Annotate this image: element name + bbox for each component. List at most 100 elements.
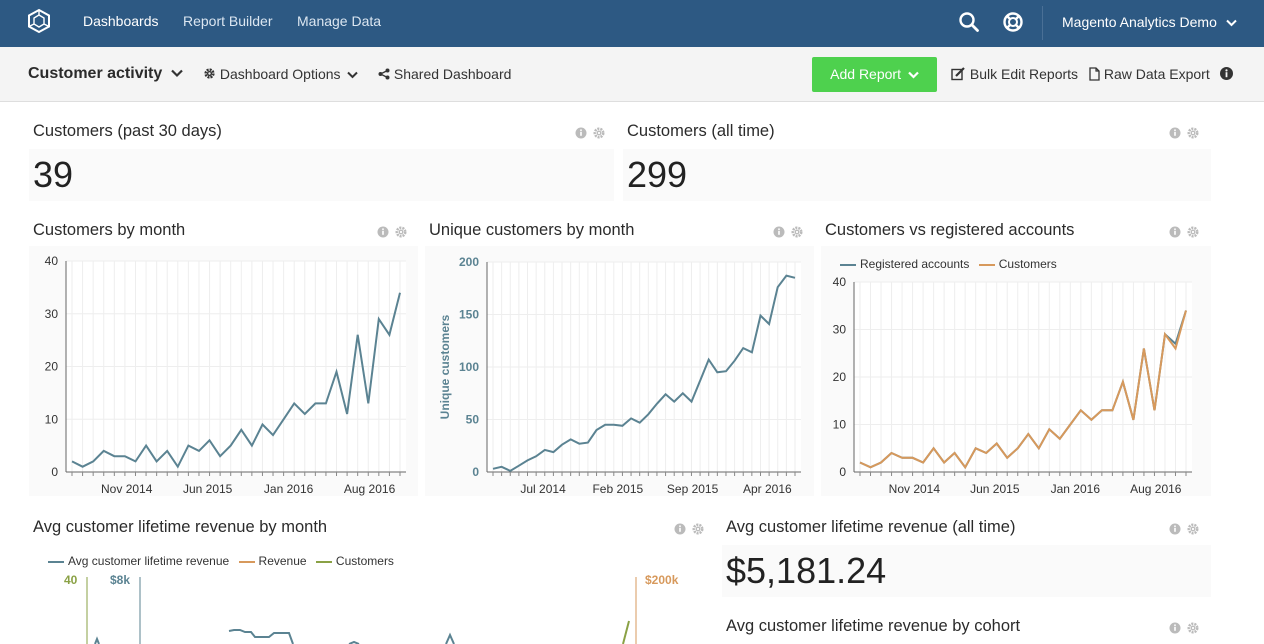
- edit-icon: [951, 67, 965, 81]
- bulk-edit-label: Bulk Edit Reports: [969, 66, 1079, 82]
- y-tick-label: 40: [833, 275, 847, 289]
- chevron-down-icon: [170, 69, 183, 78]
- account-menu[interactable]: Magento Analytics Demo: [1062, 14, 1237, 30]
- x-tick-label: Jan 2016: [264, 482, 314, 496]
- nav-dashboards[interactable]: Dashboards: [83, 13, 159, 29]
- bulk-edit-reports-button[interactable]: Bulk Edit Reports: [951, 66, 1078, 82]
- chart-unique-customers-by-month: 0 50 100 150 200 Jul 2014 Feb 2015 Sep 2015 Apr …: [425, 246, 814, 496]
- info-icon[interactable]: [674, 523, 686, 535]
- nav-report-builder[interactable]: Report Builder: [183, 13, 273, 29]
- series-avg-clv-line: [94, 636, 100, 644]
- y-tick-label: 200: [459, 255, 479, 269]
- y-tick-label: 20: [45, 360, 59, 374]
- legend-item-customers[interactable]: Customers: [978, 257, 1057, 271]
- series-customers-line: [622, 620, 630, 644]
- y-tick-label: 100: [459, 360, 479, 374]
- card-title-unique-customers-by-month: Unique customers by month: [429, 221, 635, 239]
- legend-item-avg-clv[interactable]: Avg customer lifetime revenue: [48, 554, 229, 568]
- x-tick-label: Jul 2014: [520, 482, 566, 496]
- y-tick-label: 150: [459, 308, 479, 322]
- nav-manage-data[interactable]: Manage Data: [297, 13, 381, 29]
- axis-top-label-revenue: $200k: [645, 573, 679, 587]
- x-tick-label: Nov 2014: [101, 482, 153, 496]
- card-actions: [773, 225, 805, 239]
- y-tick-label: 40: [45, 254, 59, 268]
- x-tick-label: Nov 2014: [889, 482, 941, 496]
- gear-icon[interactable]: [1187, 622, 1199, 634]
- card-title-avg-clv-all-time: Avg customer lifetime revenue (all time): [726, 518, 1016, 536]
- gear-icon[interactable]: [692, 523, 704, 535]
- chart-customers-vs-registered: 0 10 20 30 40 Nov 2014 Jun 2015 Jan 2016 Aug 201…: [821, 246, 1211, 496]
- value-panel: [29, 149, 614, 201]
- raw-data-export-button[interactable]: Raw Data Export: [1089, 66, 1210, 82]
- y-tick-label: 10: [833, 418, 847, 432]
- legend-item-revenue[interactable]: Revenue: [238, 554, 307, 568]
- share-icon: [378, 68, 390, 80]
- info-icon[interactable]: [1220, 67, 1233, 80]
- add-report-label: Add Report: [830, 66, 901, 82]
- file-icon: [1089, 67, 1100, 81]
- kpi-value-avg-clv-all-time: $5,181.24: [726, 550, 887, 591]
- legend-item-registered[interactable]: Registered accounts: [840, 257, 969, 271]
- gear-icon[interactable]: [1187, 226, 1199, 238]
- chevron-down-icon: [347, 72, 359, 79]
- info-icon[interactable]: [773, 226, 785, 238]
- gear-icon[interactable]: [593, 127, 605, 139]
- y-axis-label: Unique customers: [438, 314, 452, 419]
- info-icon[interactable]: [575, 127, 587, 139]
- card-actions: [377, 225, 409, 239]
- dashboard-toolbar: Customer activity Dashboard Options Shar…: [0, 47, 1264, 102]
- dashboard-options-menu[interactable]: Dashboard Options: [203, 66, 359, 82]
- legend-item-customers[interactable]: Customers: [315, 554, 394, 568]
- nav-divider: [1042, 6, 1043, 40]
- gear-icon[interactable]: [1187, 523, 1199, 535]
- dashboard-selector[interactable]: Customer activity: [28, 65, 183, 83]
- x-tick-label: Jun 2015: [970, 482, 1020, 496]
- info-icon[interactable]: [1169, 622, 1181, 634]
- value-panel: [623, 149, 1211, 201]
- hexagon-logo-icon[interactable]: [26, 8, 52, 34]
- x-tick-label: Apr 2016: [743, 482, 792, 496]
- chart-customers-by-month: 0 10 20 30 40 Nov 2014 Jun 2015 Jan 2016 Aug 201…: [29, 246, 418, 496]
- card-actions: [1169, 126, 1201, 140]
- info-icon[interactable]: [1169, 226, 1181, 238]
- info-icon[interactable]: [1169, 523, 1181, 535]
- kpi-value-customers-all-time: 299: [627, 154, 688, 195]
- y-tick-label: 10: [45, 412, 59, 426]
- gear-icon: [204, 68, 215, 79]
- card-actions: [1169, 621, 1201, 635]
- card-title-customers-all-time: Customers (all time): [627, 122, 775, 140]
- gear-icon[interactable]: [395, 226, 407, 238]
- chart-legend: Registered accounts Customers: [840, 257, 1057, 271]
- help-lifebuoy-icon[interactable]: [1002, 11, 1024, 33]
- account-name: Magento Analytics Demo: [1062, 14, 1217, 30]
- chart-legend: Avg customer lifetime revenue Revenue Cu…: [48, 554, 394, 568]
- series-avg-clv-line: [445, 632, 455, 644]
- add-report-button[interactable]: Add Report: [812, 57, 937, 92]
- info-icon[interactable]: [1169, 127, 1181, 139]
- dashboard-options-label: Dashboard Options: [219, 66, 341, 82]
- x-tick-label: Jan 2016: [1051, 482, 1101, 496]
- card-title-avg-clv-by-cohort: Avg customer lifetime revenue by cohort: [726, 617, 1021, 635]
- card-title-customers-vs-registered: Customers vs registered accounts: [825, 221, 1075, 239]
- x-tick-label: Sep 2015: [667, 482, 719, 496]
- search-icon[interactable]: [958, 11, 980, 33]
- y-tick-label: 0: [51, 465, 58, 479]
- gear-icon[interactable]: [791, 226, 803, 238]
- x-tick-label: Aug 2016: [1130, 482, 1182, 496]
- y-tick-label: 30: [833, 323, 847, 337]
- top-navigation-bar: Dashboards Report Builder Manage Data Ma…: [0, 0, 1264, 47]
- y-tick-label: 50: [466, 413, 480, 427]
- shared-dashboard-button[interactable]: Shared Dashboard: [378, 66, 511, 82]
- dashboard-name: Customer activity: [28, 65, 163, 82]
- gear-icon[interactable]: [1187, 127, 1199, 139]
- card-title-avg-clv-by-month: Avg customer lifetime revenue by month: [33, 518, 328, 536]
- x-tick-label: Aug 2016: [344, 482, 396, 496]
- raw-data-export-label: Raw Data Export: [1103, 66, 1210, 82]
- y-tick-label: 20: [833, 370, 847, 384]
- x-tick-label: Jun 2015: [183, 482, 233, 496]
- series-avg-clv-line: [228, 629, 294, 644]
- chevron-down-icon: [1226, 20, 1237, 27]
- axis-top-label-avg-clv: $8k: [110, 573, 131, 587]
- info-icon[interactable]: [377, 226, 389, 238]
